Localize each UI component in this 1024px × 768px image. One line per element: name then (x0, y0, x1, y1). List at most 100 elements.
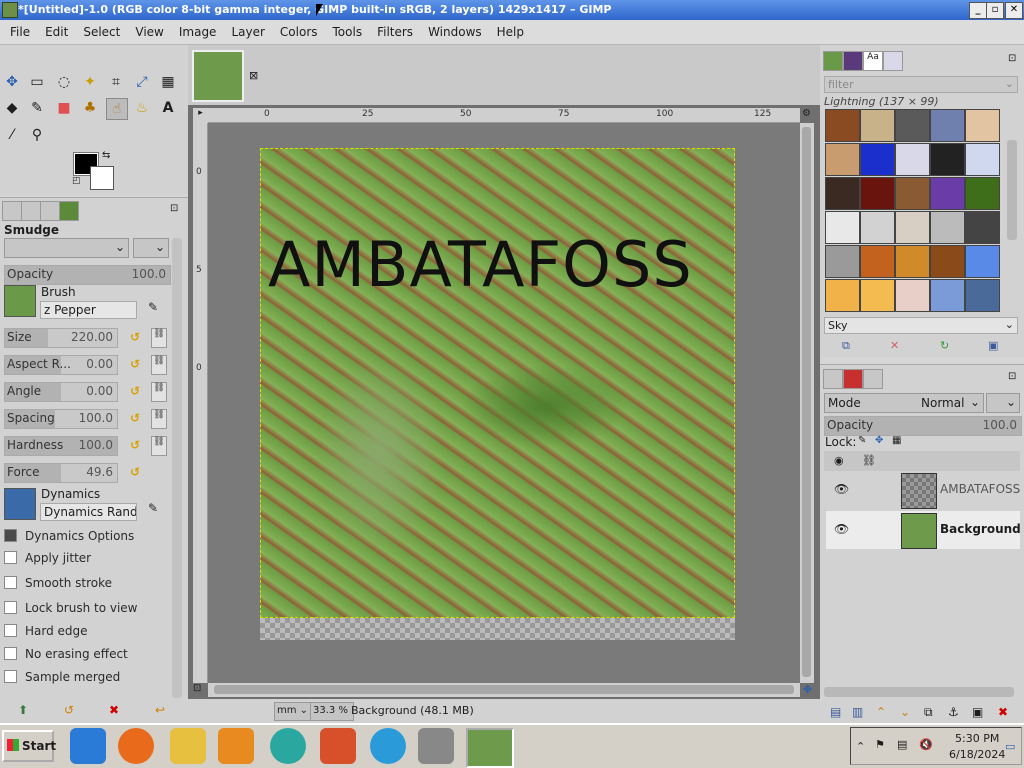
tab-fonts[interactable]: Aa (863, 51, 883, 71)
reset-options-icon[interactable]: ↩ (155, 703, 165, 717)
tab-device-status[interactable] (21, 201, 41, 221)
patterns-menu-icon[interactable]: ⊡ (1008, 53, 1016, 64)
pattern-swatch[interactable] (895, 211, 930, 244)
dynamics-options-expander[interactable]: Dynamics Options (4, 529, 134, 543)
bucket-fill-icon[interactable]: ◆ (2, 98, 22, 118)
pattern-swatch[interactable] (895, 245, 930, 278)
aspect-ratio-slider[interactable]: Aspect R... 0.00 (4, 355, 118, 375)
menu-edit[interactable]: Edit (35, 20, 73, 39)
pattern-swatch[interactable] (825, 143, 860, 176)
angle-reset-icon[interactable]: ↺ (130, 384, 144, 398)
pattern-swatch[interactable] (825, 245, 860, 278)
layers-hscrollbar[interactable] (824, 687, 1014, 697)
apply-jitter-checkbox[interactable]: Apply jitter (4, 551, 91, 565)
size-link-icon[interactable]: ⛓ (151, 328, 167, 348)
zoom-selector[interactable]: 33.3 % (310, 702, 354, 721)
text-layer-content[interactable]: AMBATAFOSS (268, 228, 693, 301)
zoom-icon[interactable]: ⚲ (27, 125, 47, 145)
pattern-swatch[interactable] (825, 177, 860, 210)
delete-pattern-icon[interactable]: ✕ (890, 339, 899, 352)
hardness-reset-icon[interactable]: ↺ (130, 438, 144, 452)
layer-visibility-eye-icon[interactable]: 👁 (834, 522, 849, 536)
menu-view[interactable]: View (125, 20, 168, 39)
pattern-swatch[interactable] (825, 109, 860, 142)
edit-dynamics-icon[interactable]: ✎ (148, 501, 158, 515)
size-reset-icon[interactable]: ↺ (130, 330, 144, 344)
menu-file[interactable]: File (0, 20, 35, 39)
patterns-scrollbar[interactable] (1007, 140, 1017, 240)
opacity-slider[interactable]: Opacity 100.0 (4, 265, 171, 285)
pattern-swatch[interactable] (860, 109, 895, 142)
eraser-icon[interactable]: ■ (54, 98, 74, 118)
network-icon[interactable]: ▤ (897, 738, 907, 751)
edit-pattern-icon[interactable]: ⧉ (842, 339, 850, 353)
rect-select-icon[interactable]: ▭ (27, 72, 47, 92)
layer-name[interactable]: AMBATAFOSS (940, 482, 1020, 496)
force-slider[interactable]: Force 49.6 (4, 463, 118, 483)
close-button[interactable]: ✕ (1005, 2, 1023, 19)
tab-patterns[interactable] (843, 51, 863, 71)
firefox-icon[interactable] (118, 728, 154, 764)
hardness-slider[interactable]: Hardness 100.0 (4, 436, 118, 456)
lower-layer-icon[interactable]: ⌄ (900, 705, 910, 719)
lock-brush-checkbox[interactable]: Lock brush to view (4, 601, 138, 615)
vertical-scrollbar[interactable] (800, 123, 814, 683)
sample-merged-checkbox[interactable]: Sample merged (4, 670, 120, 684)
pattern-swatch[interactable] (895, 279, 930, 312)
horizontal-scrollbar[interactable] (208, 683, 800, 697)
tab-images[interactable] (59, 201, 79, 221)
menu-tools[interactable]: Tools (323, 20, 368, 39)
show-desktop-icon[interactable]: ▭ (1005, 740, 1015, 753)
pattern-swatch[interactable] (930, 109, 965, 142)
pattern-swatch[interactable] (965, 279, 1000, 312)
pattern-swatch[interactable] (930, 177, 965, 210)
close-image-tab-icon[interactable]: ⊠ (249, 69, 258, 82)
dodge-icon[interactable]: ♨ (132, 98, 152, 118)
pattern-swatch[interactable] (930, 279, 965, 312)
chat-app-icon[interactable] (270, 728, 306, 764)
internet-explorer-icon[interactable] (70, 728, 106, 764)
pattern-swatch[interactable] (825, 279, 860, 312)
fuzzy-select-icon[interactable]: ✦ (80, 72, 100, 92)
menu-select[interactable]: Select (73, 20, 125, 39)
color-picker-icon[interactable]: ⁄ (2, 125, 22, 145)
tab-paths[interactable] (863, 369, 883, 389)
file-explorer-icon[interactable] (170, 728, 206, 764)
brush-preview[interactable] (4, 285, 36, 317)
dynamics-name-field[interactable]: Dynamics Rando (40, 503, 137, 521)
maximize-button[interactable]: ▫ (986, 2, 1004, 19)
flag-icon[interactable]: ⚑ (875, 738, 885, 751)
crop-icon[interactable]: ⌗ (106, 72, 126, 92)
menu-layer[interactable]: Layer (221, 20, 269, 39)
lock-alpha-icon[interactable]: ▦ (892, 435, 901, 446)
gimp-window-task[interactable] (466, 728, 514, 768)
layer-mode-dropdown[interactable]: Mode Normal ⌄ (824, 393, 984, 413)
pattern-swatch[interactable] (930, 143, 965, 176)
smudge-tool-icon[interactable]: ☝ (106, 98, 128, 120)
layers-menu-icon[interactable]: ⊡ (1008, 371, 1016, 382)
background-color[interactable] (90, 166, 114, 190)
telegram-icon[interactable] (370, 728, 406, 764)
pattern-swatch[interactable] (930, 245, 965, 278)
aspect-link-icon[interactable]: ⛓ (151, 355, 167, 375)
pattern-swatch[interactable] (895, 177, 930, 210)
clone-icon[interactable]: ♣ (80, 98, 100, 118)
clock-date[interactable]: 6/18/2024 (949, 748, 1005, 761)
angle-link-icon[interactable]: ⛓ (151, 382, 167, 402)
menu-filters[interactable]: Filters (367, 20, 418, 39)
pattern-swatch[interactable] (860, 143, 895, 176)
pattern-swatch[interactable] (965, 177, 1000, 210)
image-canvas[interactable] (260, 148, 735, 618)
tool-options-scrollbar[interactable] (172, 238, 182, 698)
spacing-slider[interactable]: Spacing 100.0 (4, 409, 118, 429)
delete-options-icon[interactable]: ✖ (109, 703, 119, 717)
pattern-swatch[interactable] (895, 143, 930, 176)
navigate-icon[interactable]: ⚙ (802, 108, 816, 123)
pattern-swatch[interactable] (860, 177, 895, 210)
swap-colors-icon[interactable]: ⇆ (102, 150, 110, 161)
angle-slider[interactable]: Angle 0.00 (4, 382, 118, 402)
mode-dropdown[interactable]: ⌄ (4, 238, 129, 258)
pattern-swatch[interactable] (965, 143, 1000, 176)
hardness-link-icon[interactable]: ⛓ (151, 436, 167, 456)
open-as-image-icon[interactable]: ▣ (988, 339, 998, 352)
